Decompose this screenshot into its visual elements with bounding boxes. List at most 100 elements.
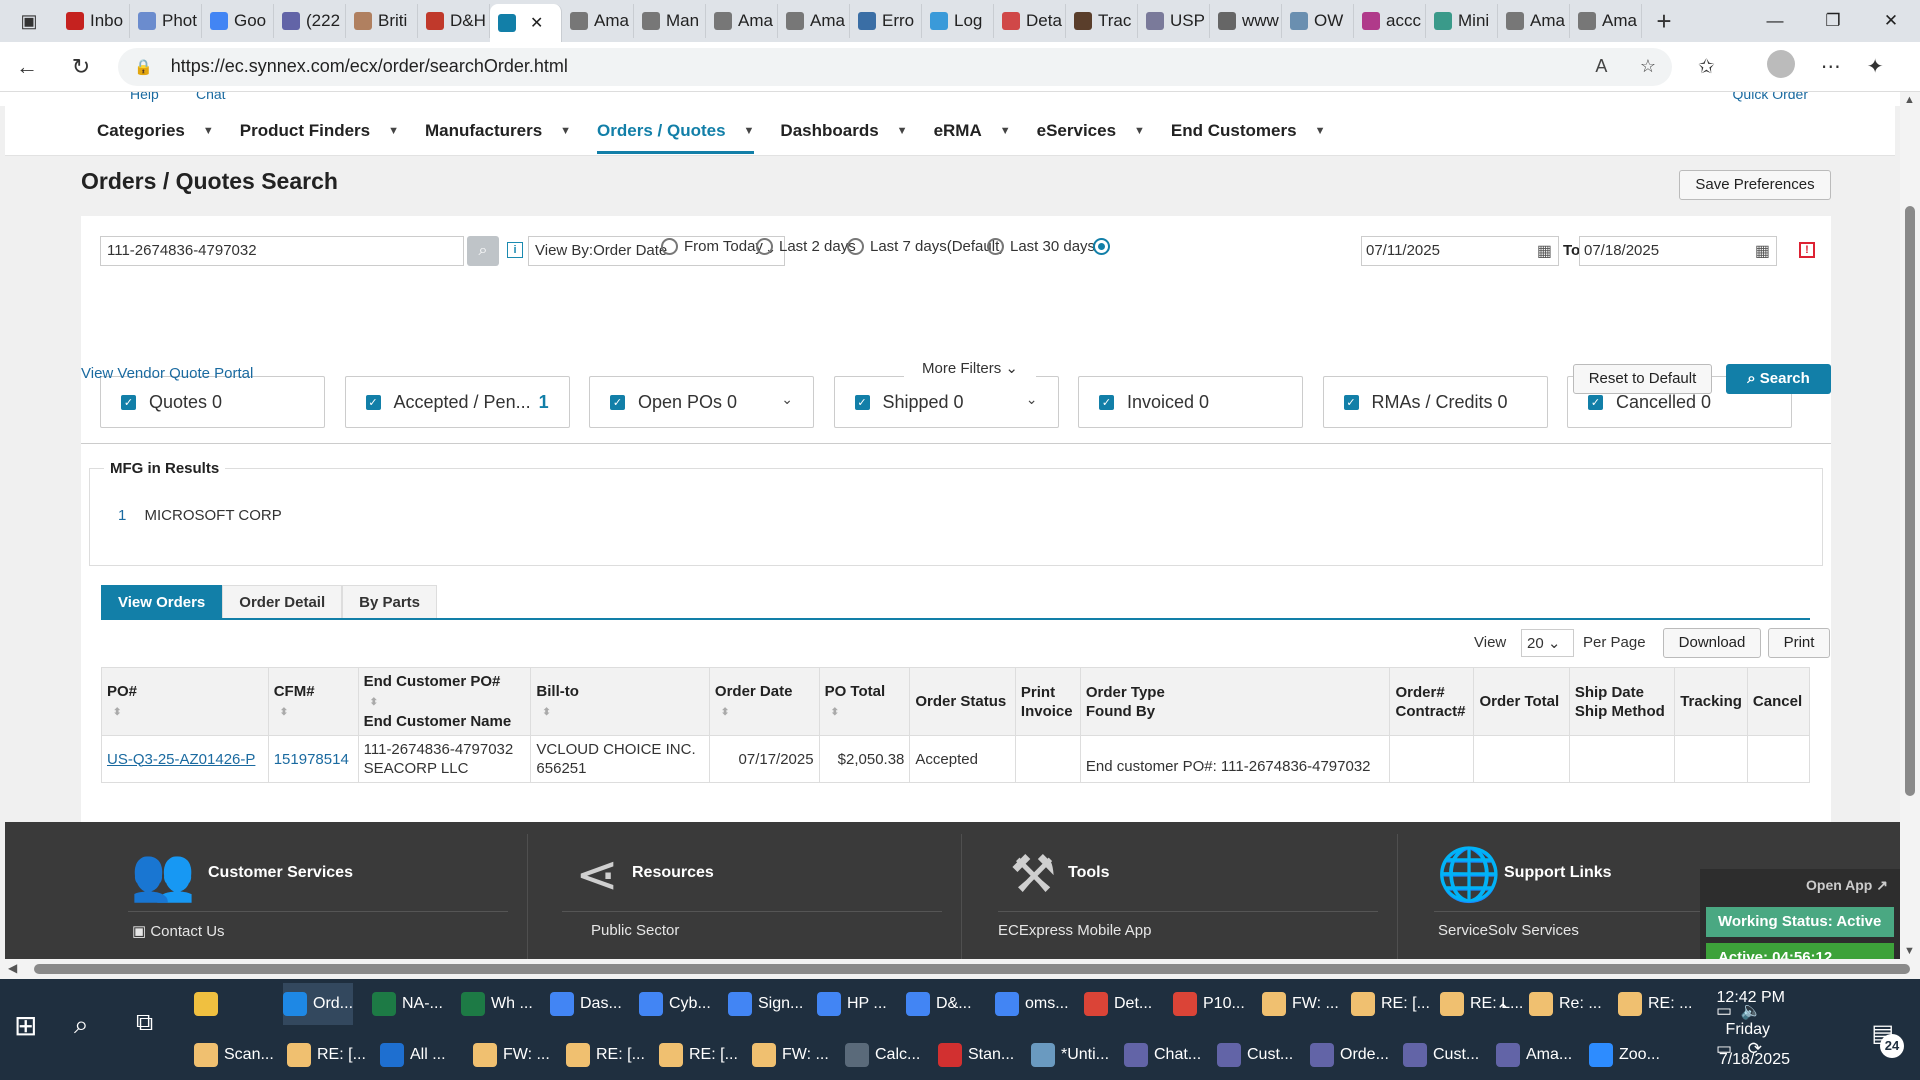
calendar-icon[interactable]: ▦: [1755, 241, 1770, 261]
url-field[interactable]: 🔒 https://ec.synnex.com/ecx/order/search…: [118, 47, 1672, 86]
print-button[interactable]: Print: [1768, 628, 1830, 658]
checkbox-checked-icon[interactable]: ✓: [121, 394, 136, 410]
column-header[interactable]: CFM# ⬍: [267, 667, 359, 736]
taskbar-item[interactable]: NA-...: [372, 983, 443, 1025]
browser-tab[interactable]: Ama: [1570, 4, 1642, 38]
browser-tab[interactable]: www: [1210, 4, 1282, 38]
checkbox-checked-icon[interactable]: ✓: [610, 394, 625, 410]
clock-date[interactable]: 7/18/2025: [1719, 1051, 1790, 1069]
taskbar-item[interactable]: Das...: [550, 983, 622, 1025]
copilot-icon[interactable]: ✦: [1867, 54, 1884, 79]
search-input[interactable]: 111-2674836-4797032: [100, 236, 464, 266]
date-range-radio[interactable]: Last 30 days: [987, 238, 1095, 255]
status-filter[interactable]: ✓ RMAs / Credits 0: [1322, 376, 1548, 428]
nav-item[interactable]: End Customers ▼: [1171, 106, 1326, 156]
favorite-star-icon[interactable]: ☆: [1640, 56, 1656, 76]
vendor-quote-portal-link[interactable]: View Vendor Quote Portal: [81, 365, 253, 382]
start-icon[interactable]: ⊞: [14, 1009, 37, 1042]
sort-icon[interactable]: ⬍: [831, 707, 839, 718]
nav-item[interactable]: Categories ▼: [97, 106, 214, 156]
browser-tab[interactable]: Mini: [1426, 4, 1498, 38]
download-button[interactable]: Download: [1663, 628, 1761, 658]
taskbar-item[interactable]: FW: ...: [752, 1034, 829, 1076]
browser-tab[interactable]: Ama: [562, 4, 634, 38]
favorites-icon[interactable]: ✩: [1698, 54, 1715, 79]
search-icon[interactable]: ⌕: [467, 236, 499, 266]
date-to-field[interactable]: 07/18/2025 ▦: [1579, 236, 1777, 266]
nav-item[interactable]: Manufacturers ▼: [425, 106, 571, 156]
radio-circle[interactable]: [847, 238, 864, 255]
new-tab-icon[interactable]: +: [1642, 6, 1686, 37]
column-header[interactable]: Order Date ⬍: [708, 667, 820, 736]
nav-item[interactable]: eServices ▼: [1037, 106, 1145, 156]
browser-tab[interactable]: Phot: [130, 4, 202, 38]
checkbox-checked-icon[interactable]: ✓: [365, 394, 381, 410]
browser-tab[interactable]: accc: [1354, 4, 1426, 38]
status-filter[interactable]: ✓ Invoiced 0: [1078, 376, 1303, 428]
column-header[interactable]: End Customer PO# ⬍ End Customer Name: [357, 667, 532, 736]
more-options-icon[interactable]: ⋯: [1821, 54, 1841, 79]
result-tab[interactable]: By Parts: [342, 585, 438, 618]
result-tab[interactable]: View Orders: [101, 585, 223, 618]
sort-icon[interactable]: ⬍: [280, 707, 288, 718]
browser-tab[interactable]: USP: [1138, 4, 1210, 38]
date-range-radio[interactable]: Last 2 days: [756, 238, 856, 255]
taskbar-item[interactable]: Cust...: [1403, 1034, 1479, 1076]
browser-tab[interactable]: Erro: [850, 4, 922, 38]
checkbox-checked-icon[interactable]: ✓: [1099, 394, 1114, 410]
taskbar-item[interactable]: RE: [...: [566, 1034, 645, 1076]
taskbar-item[interactable]: Scan...: [194, 1034, 274, 1076]
calendar-icon[interactable]: ▦: [1537, 241, 1552, 261]
reset-to-default-button[interactable]: Reset to Default: [1573, 364, 1712, 394]
column-header[interactable]: Bill-to ⬍: [530, 667, 710, 736]
taskbar-item[interactable]: Cyb...: [639, 983, 711, 1025]
back-icon[interactable]: ←: [0, 54, 54, 80]
date-range-radio[interactable]: [1093, 238, 1116, 255]
scroll-up-icon[interactable]: ▲: [1904, 94, 1915, 106]
browser-tab[interactable]: Log: [922, 4, 994, 38]
maximize-icon[interactable]: ❐: [1804, 0, 1862, 42]
close-tab-icon[interactable]: ✕: [530, 13, 543, 33]
column-header[interactable]: PO Total ⬍: [818, 667, 911, 736]
checkbox-checked-icon[interactable]: ✓: [1588, 394, 1603, 410]
status-filter[interactable]: ✓ Accepted / Pen... 1: [344, 376, 570, 428]
taskbar-item[interactable]: Ord...: [283, 983, 354, 1025]
browser-tab[interactable]: (222: [274, 4, 346, 38]
column-header[interactable]: PO# ⬍: [101, 667, 269, 736]
taskbar-item[interactable]: RE: [...: [659, 1034, 738, 1076]
taskbar-item[interactable]: Stan...: [938, 1034, 1014, 1076]
date-range-radio[interactable]: From Today: [661, 238, 763, 255]
result-tab[interactable]: Order Detail: [222, 585, 343, 618]
close-window-icon[interactable]: ✕: [1862, 0, 1920, 42]
taskbar-item[interactable]: P10...: [1173, 983, 1245, 1025]
date-range-radio[interactable]: Last 7 days(Default): [847, 238, 1004, 255]
taskbar-item[interactable]: All ...: [380, 1034, 446, 1076]
browser-tab[interactable]: Briti: [346, 4, 418, 38]
sort-icon[interactable]: ⬍: [721, 707, 729, 718]
search-icon[interactable]: ⌕: [74, 1009, 89, 1041]
working-status[interactable]: Working Status: Active: [1706, 907, 1894, 937]
browser-tab[interactable]: D&H: [418, 4, 490, 38]
taskbar-item[interactable]: *Unti...: [1031, 1034, 1109, 1076]
taskbar-item[interactable]: FW: ...: [1262, 983, 1339, 1025]
sort-icon[interactable]: ⬍: [113, 707, 121, 718]
chevron-down-icon[interactable]: ⌄: [1026, 391, 1038, 408]
taskbar-item[interactable]: oms...: [995, 983, 1069, 1025]
nav-item[interactable]: Product Finders ▼: [240, 106, 399, 156]
taskbar-item[interactable]: Cust...: [1217, 1034, 1293, 1076]
browser-tab[interactable]: Trac: [1066, 4, 1138, 38]
browser-tab[interactable]: Ama: [1498, 4, 1570, 38]
taskbar-item[interactable]: FW: ...: [473, 1034, 550, 1076]
profile-avatar[interactable]: [1741, 49, 1795, 84]
browser-tab[interactable]: Deta: [994, 4, 1066, 38]
date-from-field[interactable]: 07/11/2025 ▦: [1361, 236, 1559, 266]
taskbar-item[interactable]: Orde...: [1310, 1034, 1389, 1076]
task-view-icon[interactable]: ⧉: [136, 1009, 153, 1037]
cfm-number[interactable]: 151978514: [267, 735, 359, 783]
read-aloud-icon[interactable]: A: [1595, 56, 1607, 76]
minimize-icon[interactable]: —: [1746, 0, 1804, 42]
browser-tab[interactable]: OW: [1282, 4, 1354, 38]
quick-order-link[interactable]: Quick Order: [1733, 92, 1808, 102]
po-number-link[interactable]: US-Q3-25-AZ01426-P: [101, 735, 269, 783]
browser-tab[interactable]: Goo: [202, 4, 274, 38]
